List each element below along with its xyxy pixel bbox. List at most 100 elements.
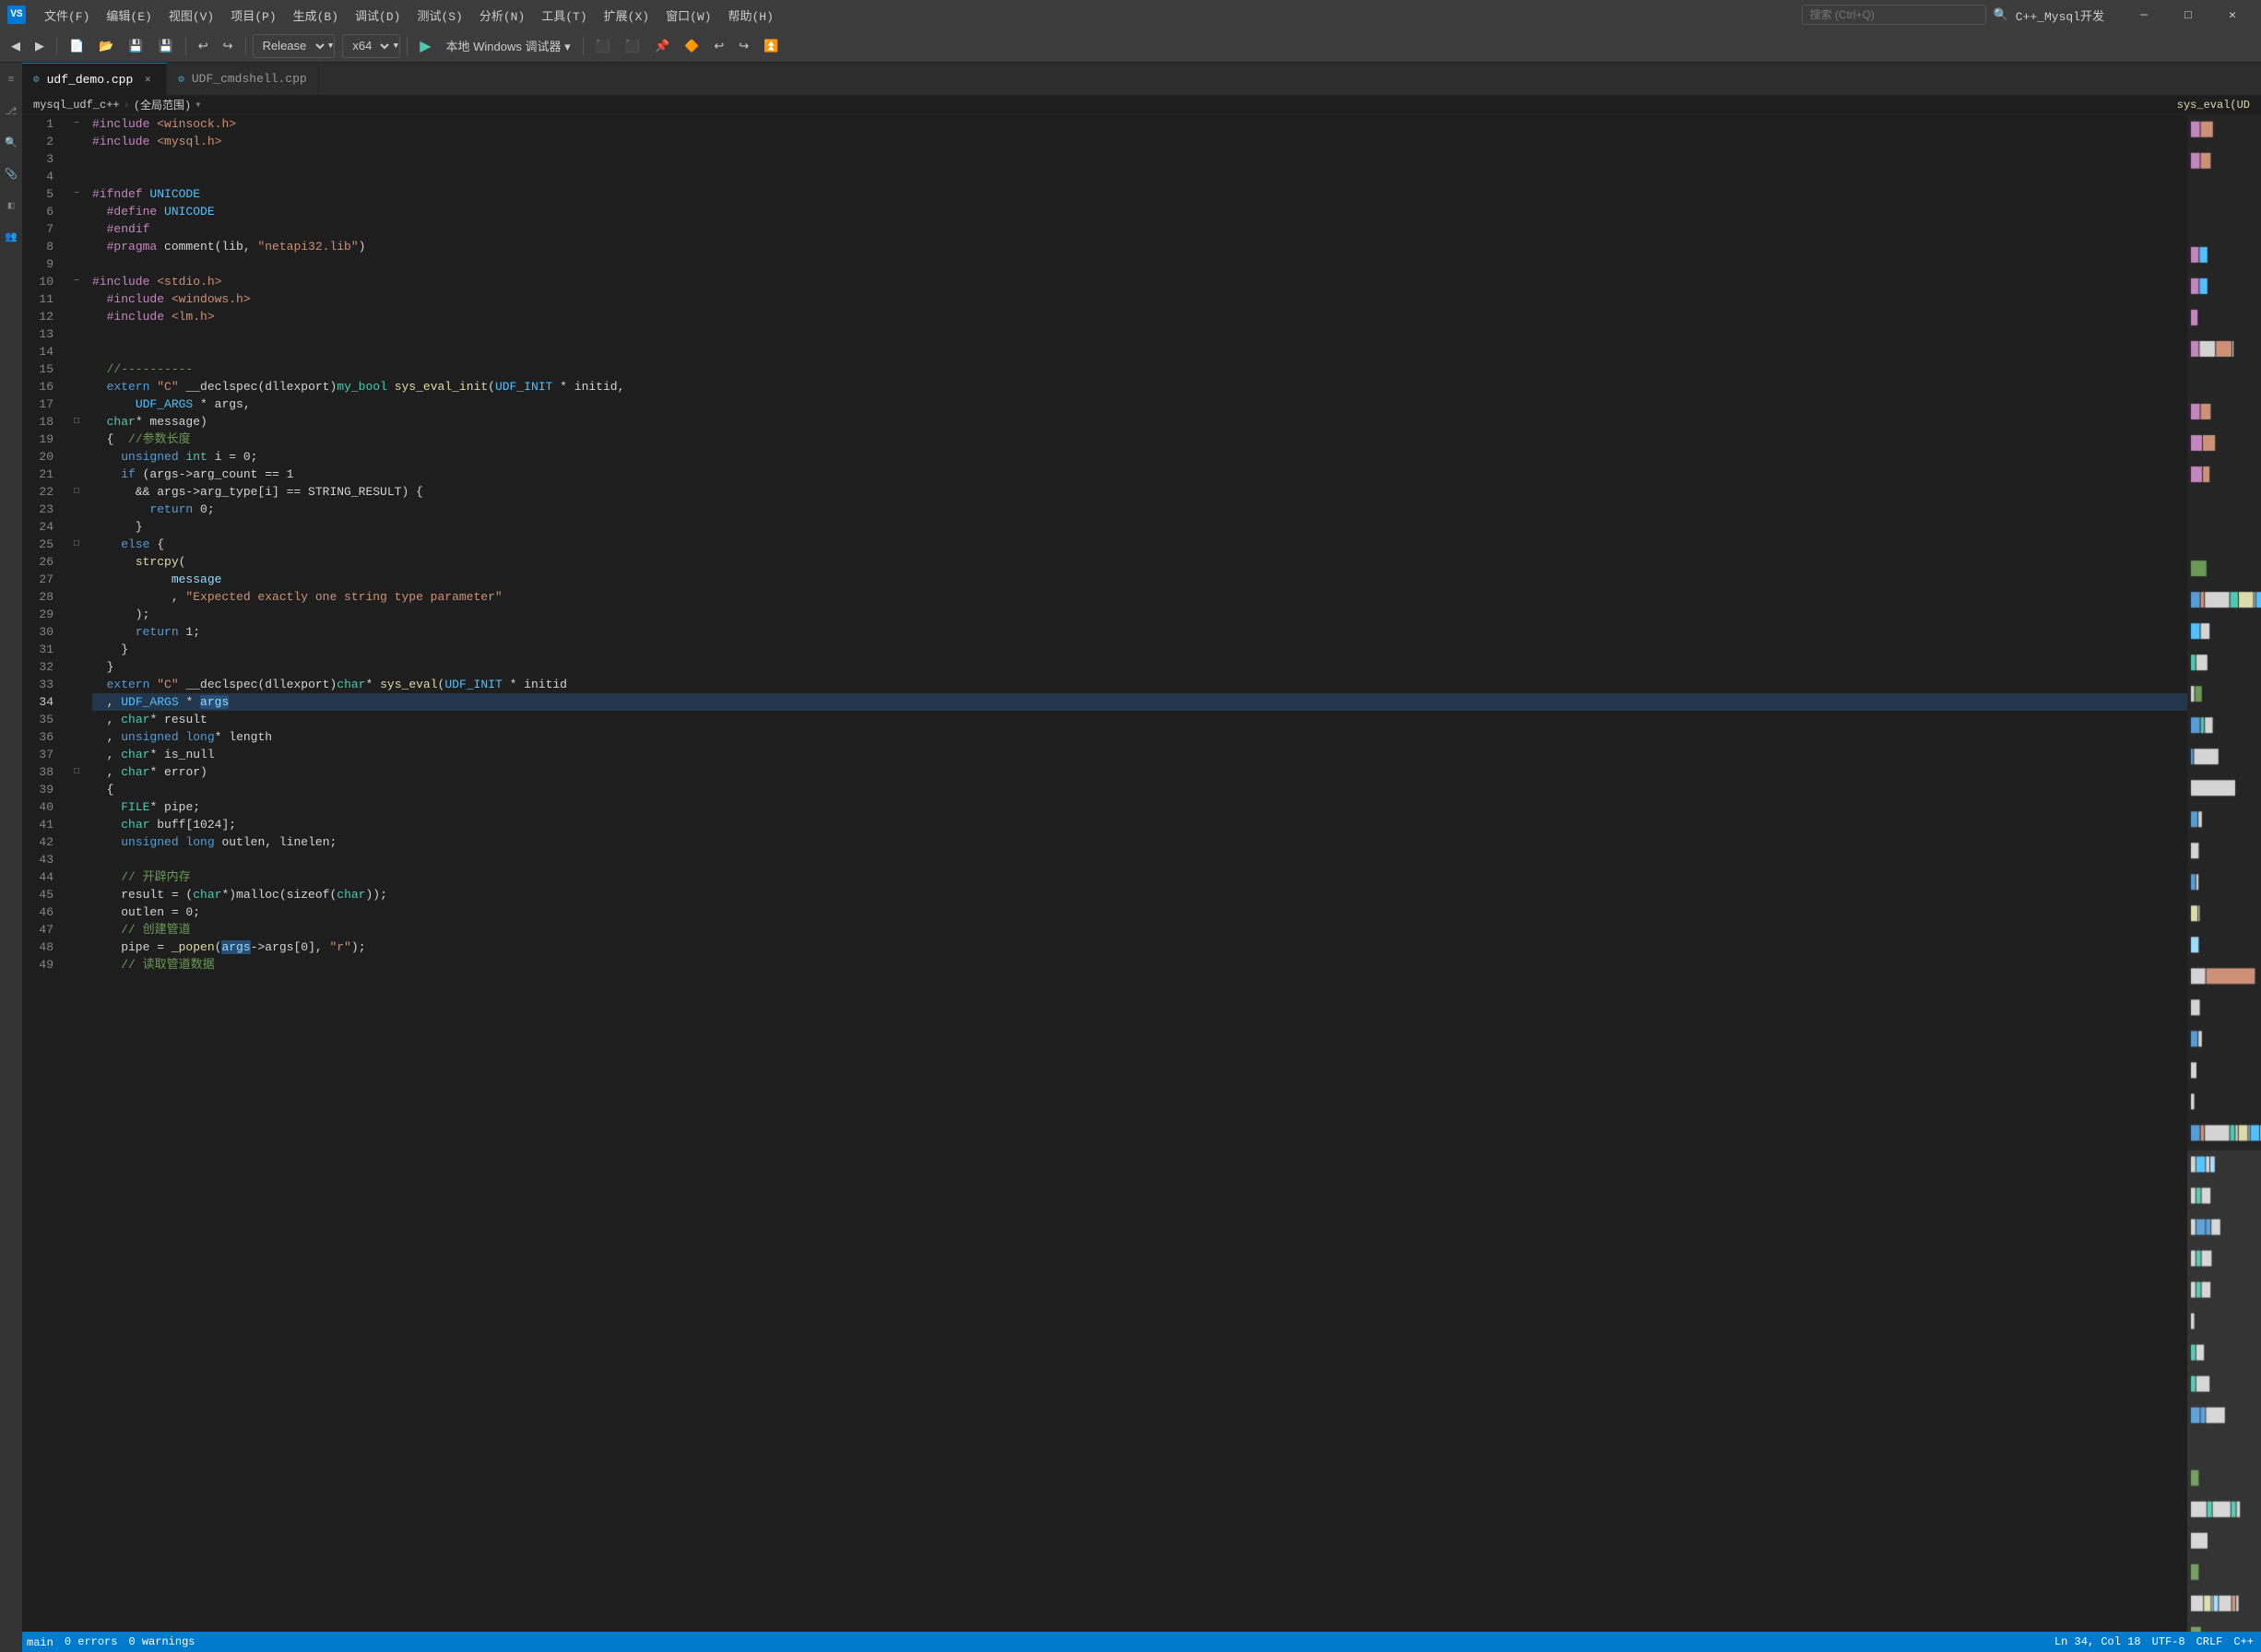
code-line[interactable]: // 读取管道数据 — [92, 956, 2187, 974]
minimap[interactable] — [2187, 115, 2261, 1652]
save-button[interactable]: 💾 — [123, 34, 148, 58]
code-line[interactable]: , UDF_ARGS * args — [92, 693, 2187, 711]
code-line[interactable] — [92, 343, 2187, 360]
breakpoint-button[interactable]: ⬛ — [590, 34, 616, 58]
code-line[interactable]: } — [92, 641, 2187, 658]
code-line[interactable]: result = (char*)malloc(sizeof(char)); — [92, 886, 2187, 903]
code-line[interactable]: , char* error) — [92, 763, 2187, 781]
solution-explorer-icon[interactable]: ≡ — [0, 66, 22, 94]
menu-debug[interactable]: 调试(D) — [348, 3, 408, 28]
menu-analyze[interactable]: 分析(N) — [472, 3, 532, 28]
fold-marker[interactable]: − — [68, 273, 85, 290]
code-line[interactable]: // 创建管道 — [92, 921, 2187, 938]
maximize-button[interactable]: □ — [2167, 0, 2209, 30]
save-all-button[interactable]: 💾 — [153, 34, 179, 58]
code-line[interactable]: pipe = _popen(args->args[0], "r"); — [92, 938, 2187, 956]
bookmarks-icon[interactable]: 📎 — [0, 160, 22, 188]
title-search-input[interactable] — [1802, 5, 1986, 25]
code-line[interactable] — [92, 851, 2187, 868]
debug-target-button[interactable]: 本地 Windows 调试器 ▾ — [441, 34, 576, 58]
tab-udf-demo[interactable]: ⚙ udf_demo.cpp ✕ — [22, 63, 167, 95]
error-count[interactable]: 0 errors — [65, 1635, 118, 1648]
menu-view[interactable]: 视图(V) — [161, 3, 221, 28]
code-line[interactable]: #ifndef UNICODE — [92, 185, 2187, 203]
menu-help[interactable]: 帮助(H) — [720, 3, 780, 28]
search-activity-icon[interactable]: 🔍 — [0, 129, 22, 157]
code-line[interactable]: , "Expected exactly one string type para… — [92, 588, 2187, 606]
code-line[interactable]: extern "C" __declspec(dllexport)my_bool … — [92, 378, 2187, 395]
build-config-dropdown[interactable]: Release Debug ▾ — [253, 34, 336, 58]
code-line[interactable]: unsigned int i = 0; — [92, 448, 2187, 466]
code-line[interactable]: #endif — [92, 220, 2187, 238]
build-config-select[interactable]: Release Debug — [254, 35, 327, 57]
code-line[interactable]: char buff[1024]; — [92, 816, 2187, 833]
outline-icon[interactable]: ◧ — [0, 192, 22, 219]
nav-forward-button[interactable]: ▶ — [30, 34, 50, 58]
code-line[interactable]: outlen = 0; — [92, 903, 2187, 921]
fold-marker[interactable]: □ — [68, 763, 85, 781]
undo-button[interactable]: ↩ — [193, 34, 214, 58]
code-line[interactable]: #include <stdio.h> — [92, 273, 2187, 290]
code-line[interactable]: ); — [92, 606, 2187, 623]
code-line[interactable]: , unsigned long* length — [92, 728, 2187, 746]
language-label[interactable]: C++ — [2233, 1635, 2254, 1648]
open-file-button[interactable]: 📂 — [93, 34, 119, 58]
nav-back-button[interactable]: ◀ — [6, 34, 26, 58]
code-line[interactable]: { //参数长度 — [92, 431, 2187, 448]
run-to-cursor-button[interactable]: ⏫ — [758, 34, 784, 58]
code-line[interactable]: // 开辟内存 — [92, 868, 2187, 886]
fold-marker[interactable]: − — [68, 115, 85, 133]
code-line[interactable]: , char* result — [92, 711, 2187, 728]
fold-marker[interactable]: □ — [68, 413, 85, 431]
platform-select[interactable]: x64 x86 — [343, 35, 392, 57]
minimize-button[interactable]: ─ — [2123, 0, 2165, 30]
code-line[interactable]: && args->arg_type[i] == STRING_RESULT) { — [92, 483, 2187, 501]
git-icon[interactable]: ⎇ — [0, 98, 22, 125]
new-file-button[interactable]: 📄 — [64, 34, 89, 58]
menu-build[interactable]: 生成(B) — [286, 3, 346, 28]
menu-tools[interactable]: 工具(T) — [534, 3, 594, 28]
menu-extensions[interactable]: 扩展(X) — [597, 3, 657, 28]
menu-edit[interactable]: 编辑(E) — [99, 3, 159, 28]
tab-udf-cmdshell[interactable]: ⚙ UDF_cmdshell.cpp — [167, 63, 318, 95]
code-line[interactable]: UDF_ARGS * args, — [92, 395, 2187, 413]
step-out-button[interactable]: ↪ — [733, 34, 754, 58]
code-line[interactable]: #include <winsock.h> — [92, 115, 2187, 133]
code-line[interactable]: strcpy( — [92, 553, 2187, 571]
code-line[interactable]: #include <windows.h> — [92, 290, 2187, 308]
encoding-label[interactable]: UTF-8 — [2152, 1635, 2185, 1648]
code-line[interactable]: //---------- — [92, 360, 2187, 378]
fold-marker[interactable]: □ — [68, 483, 85, 501]
code-line[interactable] — [92, 255, 2187, 273]
code-line[interactable]: } — [92, 658, 2187, 676]
breadcrumb-scope[interactable]: (全局范围) — [134, 97, 191, 112]
code-line[interactable] — [92, 325, 2187, 343]
code-line[interactable]: extern "C" __declspec(dllexport)char* sy… — [92, 676, 2187, 693]
code-area[interactable]: #include <winsock.h>#include <mysql.h> #i… — [85, 115, 2187, 1652]
code-line[interactable]: else { — [92, 536, 2187, 553]
code-line[interactable]: #pragma comment(lib, "netapi32.lib") — [92, 238, 2187, 255]
fold-marker[interactable]: □ — [68, 536, 85, 553]
diagnostic-button[interactable]: 🔶 — [679, 34, 704, 58]
menu-project[interactable]: 项目(P) — [223, 3, 283, 28]
menu-test[interactable]: 测试(S) — [409, 3, 469, 28]
code-line[interactable] — [92, 150, 2187, 168]
code-line[interactable]: if (args->arg_count == 1 — [92, 466, 2187, 483]
fold-marker[interactable]: − — [68, 185, 85, 203]
code-line[interactable]: { — [92, 781, 2187, 798]
platform-dropdown[interactable]: x64 x86 ▾ — [342, 34, 400, 58]
redo-button[interactable]: ↪ — [218, 34, 239, 58]
code-line[interactable]: return 1; — [92, 623, 2187, 641]
code-line[interactable]: return 0; — [92, 501, 2187, 518]
menu-window[interactable]: 窗口(W) — [658, 3, 718, 28]
code-line[interactable]: message — [92, 571, 2187, 588]
warning-count[interactable]: 0 warnings — [128, 1635, 195, 1648]
breadcrumb-func[interactable]: sys_eval(UD — [2177, 99, 2250, 112]
close-button[interactable]: ✕ — [2211, 0, 2254, 30]
team-icon[interactable]: 👥 — [0, 223, 22, 251]
menu-file[interactable]: 文件(F) — [37, 3, 97, 28]
code-line[interactable]: char* message) — [92, 413, 2187, 431]
code-line[interactable]: #include <mysql.h> — [92, 133, 2187, 150]
cursor-position[interactable]: Ln 34, Col 18 — [2054, 1635, 2141, 1648]
breadcrumb-project[interactable]: mysql_udf_c++ — [33, 99, 120, 112]
